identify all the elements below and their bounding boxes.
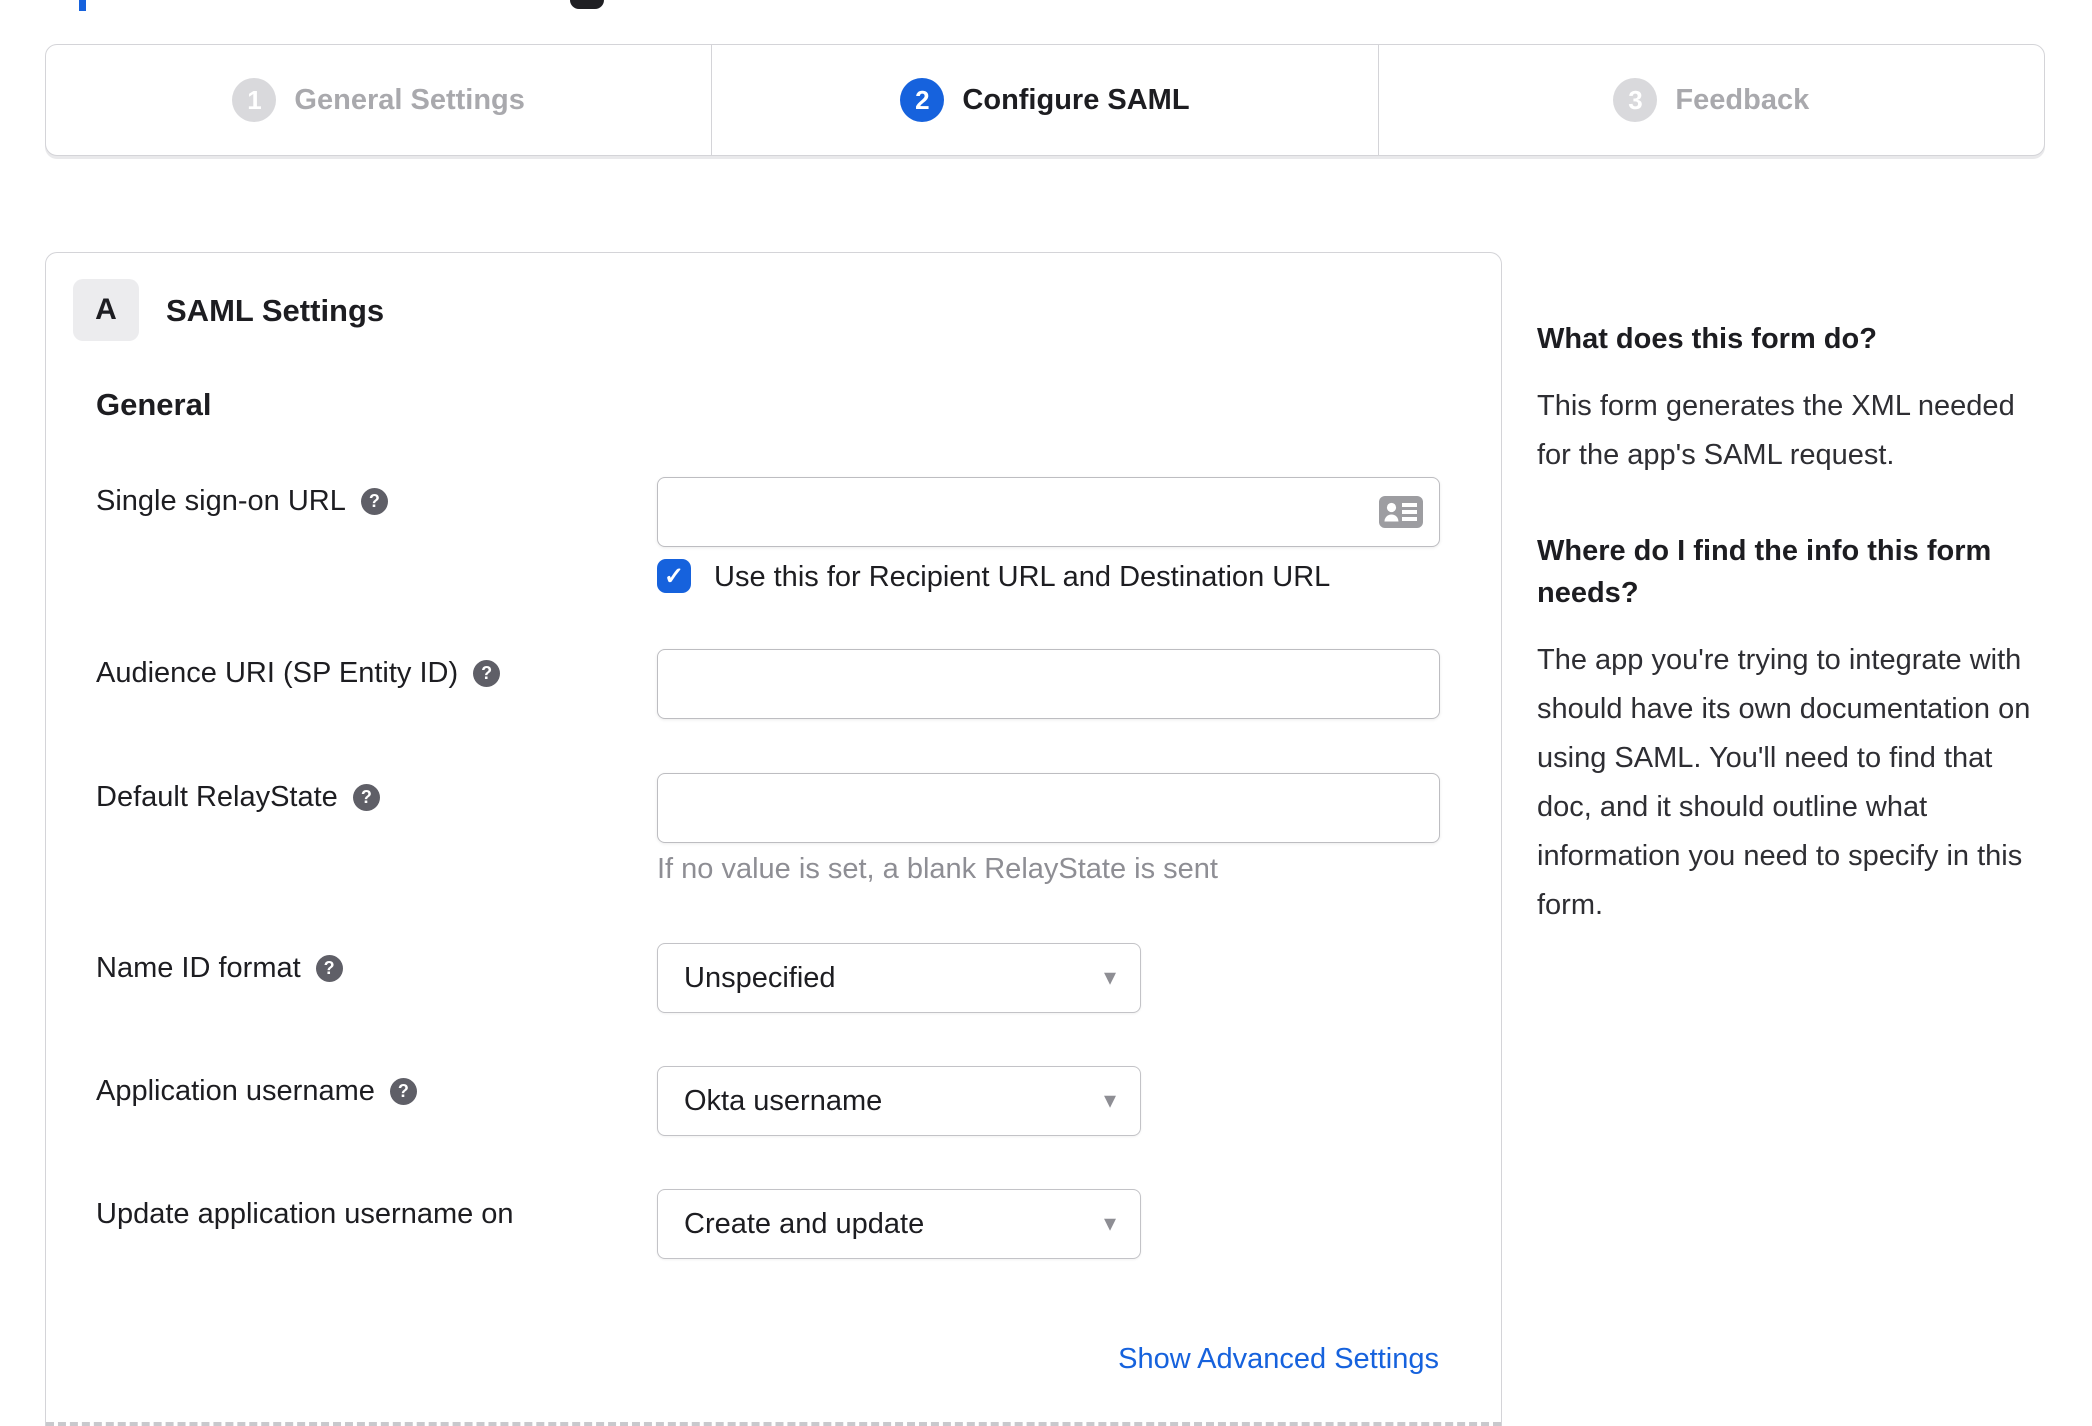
section-a-badge: A <box>73 279 139 341</box>
name-id-format-value: Unspecified <box>684 961 836 994</box>
application-username-help-icon[interactable]: ? <box>389 1078 417 1105</box>
update-username-label: Update application username on <box>96 1198 514 1230</box>
saml-settings-panel: A SAML Settings General Single sign-on U… <box>45 252 1502 1426</box>
audience-uri-label: Audience URI (SP Entity ID) <box>96 657 459 689</box>
sso-url-input-wrap <box>657 477 1440 547</box>
sidebar-body-what: This form generates the XML needed for t… <box>1537 390 2015 471</box>
step-2-label: Configure SAML <box>962 83 1190 116</box>
name-id-help-icon[interactable]: ? <box>315 955 343 982</box>
audience-uri-input[interactable] <box>657 649 1440 719</box>
step-2-number-badge: 2 <box>900 78 945 122</box>
chevron-down-icon: ▾ <box>1103 1087 1116 1114</box>
step-3-label: Feedback <box>1675 83 1810 116</box>
step-feedback[interactable]: 3 Feedback <box>1377 45 2044 155</box>
update-username-label-row: Update application username on <box>96 1198 514 1231</box>
help-sidebar: What does this form do? This form genera… <box>1537 318 2053 980</box>
contact-card-icon <box>1379 496 1423 528</box>
relay-state-label-row: Default RelayState ? <box>96 781 380 814</box>
sso-help-icon[interactable]: ? <box>360 488 388 515</box>
general-group-heading: General <box>96 387 212 422</box>
sidebar-body-where: The app you're trying to integrate with … <box>1537 644 2031 921</box>
step-1-label: General Settings <box>294 83 525 116</box>
show-advanced-settings-link[interactable]: Show Advanced Settings <box>1118 1343 1439 1376</box>
chevron-down-icon: ▾ <box>1103 1210 1116 1237</box>
clipped-blue-fragment <box>79 0 86 11</box>
step-1-number-badge: 1 <box>232 78 277 122</box>
application-username-value: Okta username <box>684 1084 883 1117</box>
sso-url-label-row: Single sign-on URL ? <box>96 485 388 518</box>
update-username-value: Create and update <box>684 1207 925 1240</box>
application-username-select[interactable]: Okta username ▾ <box>657 1066 1141 1136</box>
sso-url-input[interactable] <box>657 477 1440 547</box>
relay-state-input-wrap <box>657 773 1440 843</box>
section-title: SAML Settings <box>166 293 385 328</box>
relay-state-help-icon[interactable]: ? <box>352 784 380 811</box>
wizard-stepper: 1 General Settings 2 Configure SAML 3 Fe… <box>45 44 2045 156</box>
chevron-down-icon: ▾ <box>1103 964 1116 991</box>
step-configure-saml[interactable]: 2 Configure SAML <box>711 45 1377 155</box>
application-username-label: Application username <box>96 1075 375 1107</box>
relay-state-label: Default RelayState <box>96 781 338 813</box>
recipient-url-checkbox-label: Use this for Recipient URL and Destinati… <box>714 561 1331 593</box>
name-id-format-select[interactable]: Unspecified ▾ <box>657 943 1141 1013</box>
audience-uri-input-wrap <box>657 649 1440 719</box>
audience-help-icon[interactable]: ? <box>473 660 501 687</box>
audience-uri-label-row: Audience URI (SP Entity ID) ? <box>96 657 501 690</box>
name-id-format-label: Name ID format <box>96 952 301 984</box>
name-id-format-label-row: Name ID format ? <box>96 952 343 985</box>
sso-url-label: Single sign-on URL <box>96 485 346 517</box>
clipped-dark-icon-fragment <box>570 0 604 9</box>
relay-state-hint: If no value is set, a blank RelayState i… <box>657 853 1218 885</box>
application-username-label-row: Application username ? <box>96 1075 417 1108</box>
relay-state-input[interactable] <box>657 773 1440 843</box>
saml-config-screen: 1 General Settings 2 Configure SAML 3 Fe… <box>0 0 2092 1426</box>
sidebar-heading-what: What does this form do? <box>1537 323 1877 355</box>
panel-bottom-dashed-divider <box>46 1422 1501 1426</box>
step-3-number-badge: 3 <box>1613 78 1658 122</box>
recipient-url-checkbox[interactable]: ✓ <box>657 559 691 593</box>
sidebar-heading-where: Where do I find the info this form needs… <box>1537 535 1992 609</box>
update-username-select[interactable]: Create and update ▾ <box>657 1189 1141 1259</box>
step-general-settings[interactable]: 1 General Settings <box>46 45 711 155</box>
